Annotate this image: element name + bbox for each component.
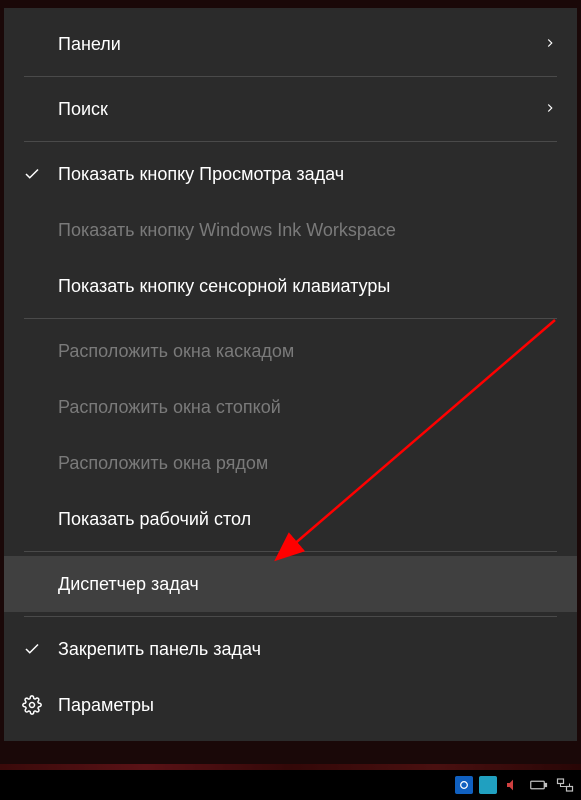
menu-label: Закрепить панель задач [58, 639, 557, 660]
menu-label: Диспетчер задач [58, 574, 557, 595]
menu-item-show-task-view[interactable]: Показать кнопку Просмотра задач [4, 146, 577, 202]
gear-icon [20, 693, 44, 717]
menu-label: Расположить окна рядом [58, 453, 557, 474]
tray-app-icon[interactable] [455, 776, 473, 794]
menu-separator [24, 76, 557, 77]
menu-separator [24, 551, 557, 552]
menu-label: Панели [58, 34, 543, 55]
menu-item-settings[interactable]: Параметры [4, 677, 577, 733]
menu-item-panels[interactable]: Панели [4, 16, 577, 72]
check-icon [20, 637, 44, 661]
menu-separator [24, 616, 557, 617]
menu-label: Поиск [58, 99, 543, 120]
menu-label: Параметры [58, 695, 557, 716]
menu-label: Показать кнопку Просмотра задач [58, 164, 557, 185]
menu-separator [24, 318, 557, 319]
menu-item-show-desktop[interactable]: Показать рабочий стол [4, 491, 577, 547]
chevron-right-icon [543, 34, 557, 55]
menu-label: Расположить окна стопкой [58, 397, 557, 418]
menu-item-lock-taskbar[interactable]: Закрепить панель задач [4, 621, 577, 677]
check-icon [20, 162, 44, 186]
menu-label: Показать кнопку Windows Ink Workspace [58, 220, 557, 241]
menu-item-stack-windows[interactable]: Расположить окна стопкой [4, 379, 577, 435]
menu-label: Показать рабочий стол [58, 509, 557, 530]
menu-item-side-by-side-windows[interactable]: Расположить окна рядом [4, 435, 577, 491]
menu-label: Расположить окна каскадом [58, 341, 557, 362]
taskbar [0, 770, 581, 800]
tray-app-icon[interactable] [479, 776, 497, 794]
battery-icon[interactable] [529, 775, 549, 795]
menu-item-cascade-windows[interactable]: Расположить окна каскадом [4, 323, 577, 379]
taskbar-context-menu: Панели Поиск Показать кнопку Просмотра з… [4, 8, 577, 741]
menu-item-task-manager[interactable]: Диспетчер задач [4, 556, 577, 612]
menu-item-show-touch-keyboard[interactable]: Показать кнопку сенсорной клавиатуры [4, 258, 577, 314]
menu-item-search[interactable]: Поиск [4, 81, 577, 137]
menu-separator [24, 141, 557, 142]
chevron-right-icon [543, 99, 557, 120]
network-icon[interactable] [555, 775, 575, 795]
menu-item-show-ink-workspace[interactable]: Показать кнопку Windows Ink Workspace [4, 202, 577, 258]
menu-label: Показать кнопку сенсорной клавиатуры [58, 276, 557, 297]
volume-icon[interactable] [503, 775, 523, 795]
